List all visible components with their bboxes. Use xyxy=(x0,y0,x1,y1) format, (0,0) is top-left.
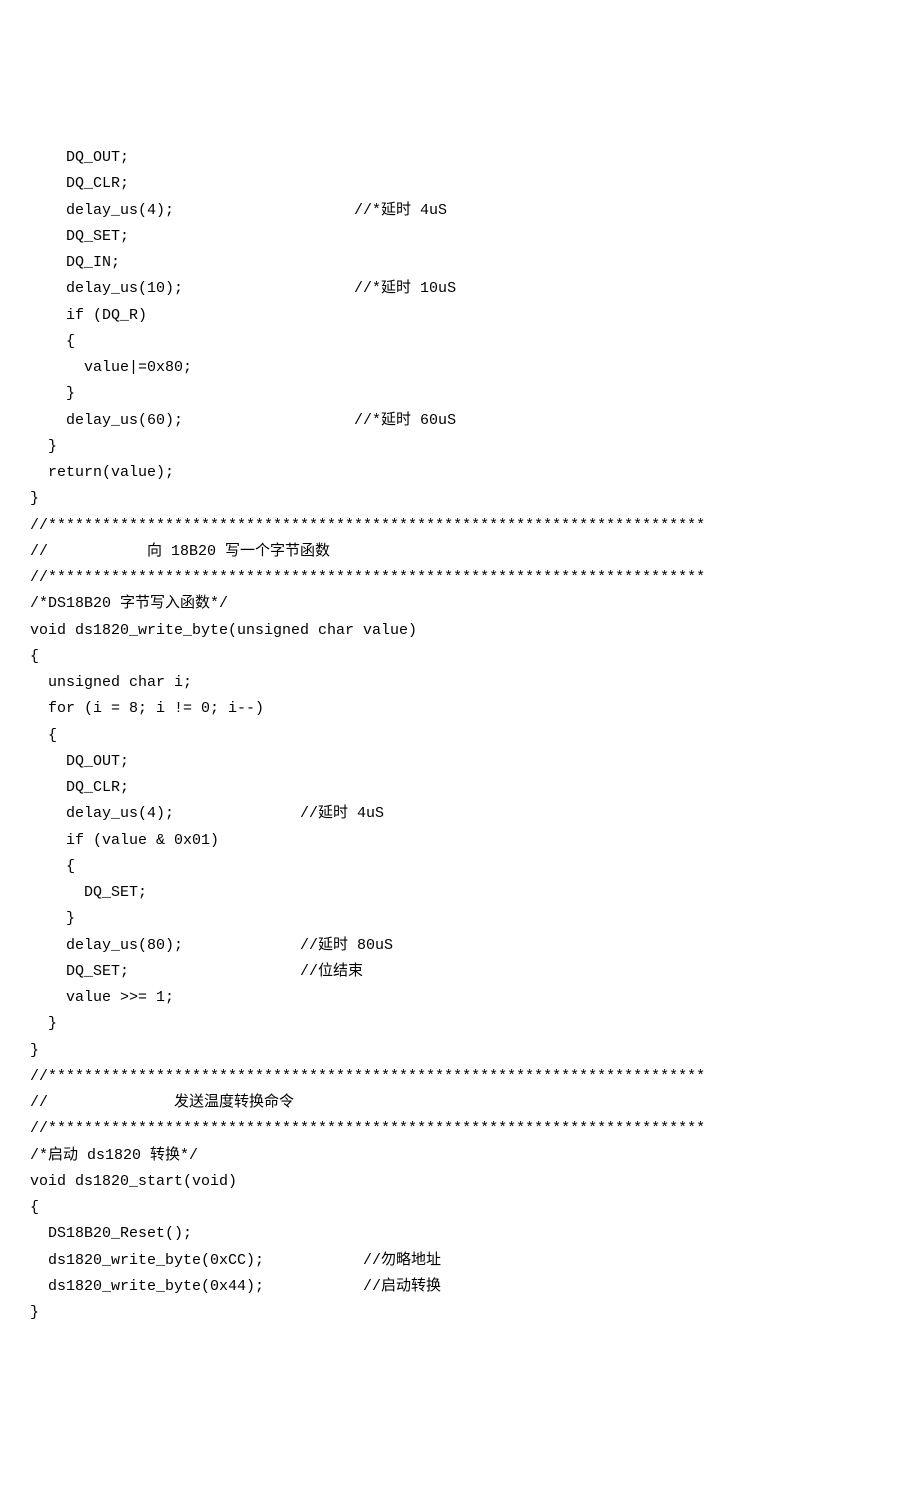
code-line: DQ_SET; //位结束 xyxy=(30,959,890,985)
code-line: delay_us(60); //*延时 60uS xyxy=(30,408,890,434)
code-line: { xyxy=(30,854,890,880)
code-line: if (DQ_R) xyxy=(30,303,890,329)
code-line: { xyxy=(30,329,890,355)
code-line: } xyxy=(30,1300,890,1326)
code-line: ds1820_write_byte(0xCC); //勿略地址 xyxy=(30,1248,890,1274)
code-line: return(value); xyxy=(30,460,890,486)
code-block: DQ_OUT; DQ_CLR; delay_us(4); //*延时 4uS D… xyxy=(30,145,890,1326)
code-line: void ds1820_start(void) xyxy=(30,1169,890,1195)
code-line: // 向 18B20 写一个字节函数 xyxy=(30,539,890,565)
code-line: DQ_OUT; xyxy=(30,145,890,171)
code-line: DQ_SET; xyxy=(30,224,890,250)
code-line: //**************************************… xyxy=(30,1116,890,1142)
code-line: } xyxy=(30,434,890,460)
code-line: //**************************************… xyxy=(30,513,890,539)
code-line: /*启动 ds1820 转换*/ xyxy=(30,1143,890,1169)
code-line: for (i = 8; i != 0; i--) xyxy=(30,696,890,722)
code-line: ds1820_write_byte(0x44); //启动转换 xyxy=(30,1274,890,1300)
code-line: void ds1820_write_byte(unsigned char val… xyxy=(30,618,890,644)
code-line: //**************************************… xyxy=(30,1064,890,1090)
code-line: delay_us(4); //*延时 4uS xyxy=(30,198,890,224)
code-line: // 发送温度转换命令 xyxy=(30,1090,890,1116)
code-line: } xyxy=(30,486,890,512)
code-line: DS18B20_Reset(); xyxy=(30,1221,890,1247)
code-line: } xyxy=(30,1011,890,1037)
code-line: value|=0x80; xyxy=(30,355,890,381)
code-line: DQ_CLR; xyxy=(30,775,890,801)
code-line: delay_us(80); //延时 80uS xyxy=(30,933,890,959)
code-line: } xyxy=(30,1038,890,1064)
code-line: delay_us(4); //延时 4uS xyxy=(30,801,890,827)
code-line: if (value & 0x01) xyxy=(30,828,890,854)
code-line: } xyxy=(30,381,890,407)
code-line: DQ_SET; xyxy=(30,880,890,906)
code-line: //**************************************… xyxy=(30,565,890,591)
code-line: value >>= 1; xyxy=(30,985,890,1011)
code-line: { xyxy=(30,723,890,749)
code-line: } xyxy=(30,906,890,932)
code-line: DQ_CLR; xyxy=(30,171,890,197)
code-line: DQ_OUT; xyxy=(30,749,890,775)
code-line: DQ_IN; xyxy=(30,250,890,276)
code-line: unsigned char i; xyxy=(30,670,890,696)
code-line: /*DS18B20 字节写入函数*/ xyxy=(30,591,890,617)
code-line: { xyxy=(30,1195,890,1221)
code-line: { xyxy=(30,644,890,670)
code-line: delay_us(10); //*延时 10uS xyxy=(30,276,890,302)
